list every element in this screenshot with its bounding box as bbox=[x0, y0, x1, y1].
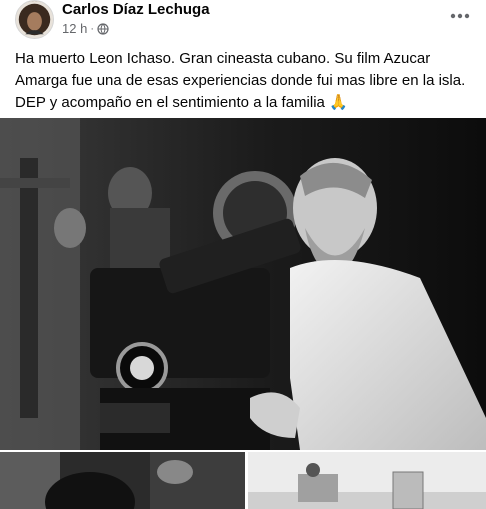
post-header: Carlos Díaz Lechuga 12 h · bbox=[0, 0, 486, 40]
author-name[interactable]: Carlos Díaz Lechuga bbox=[62, 1, 210, 18]
post-timestamp[interactable]: 12 h bbox=[62, 21, 87, 36]
more-options-icon bbox=[450, 13, 470, 19]
post-meta: 12 h · bbox=[62, 21, 109, 36]
post-photo-thumb-1[interactable] bbox=[0, 452, 245, 509]
author-avatar[interactable] bbox=[15, 0, 54, 39]
post-text: Ha muerto Leon Ichaso. Gran cineasta cub… bbox=[15, 50, 466, 111]
meta-separator: · bbox=[90, 22, 94, 35]
post-photo-row bbox=[0, 452, 486, 509]
post-photo-thumb-2[interactable] bbox=[248, 452, 486, 509]
more-options-button[interactable] bbox=[446, 4, 474, 28]
post-photo-main[interactable] bbox=[0, 118, 486, 450]
globe-icon bbox=[97, 22, 109, 35]
